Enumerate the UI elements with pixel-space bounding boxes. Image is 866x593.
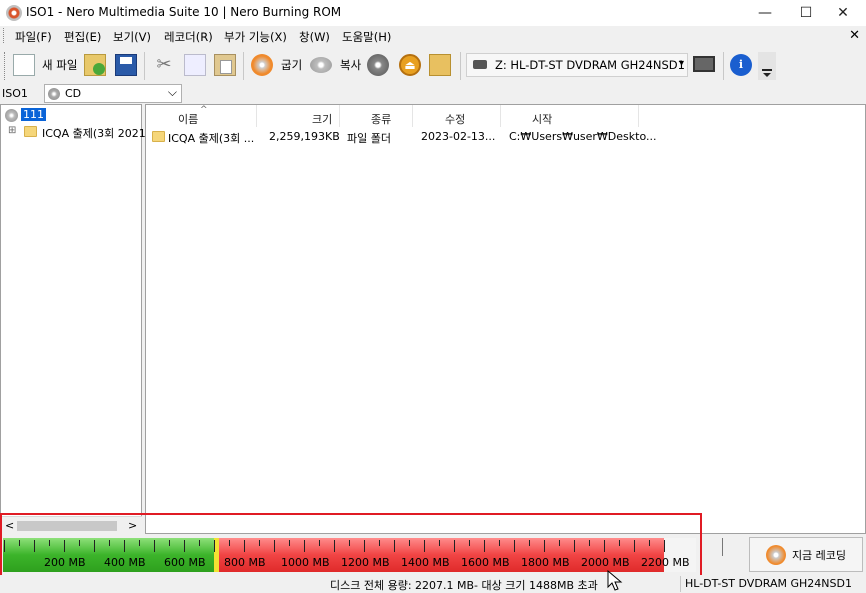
recorder-icon[interactable] — [693, 56, 715, 72]
mouse-cursor-icon — [607, 570, 623, 591]
menu-window[interactable]: 창(W) — [299, 29, 330, 45]
compilation-name: ISO1 — [2, 87, 28, 100]
toolbar-separator — [723, 52, 724, 80]
toolbar-grip — [4, 52, 7, 80]
drive-icon — [473, 60, 487, 69]
document-close-button[interactable]: ✕ — [849, 28, 860, 43]
close-button[interactable]: ✕ — [820, 0, 866, 26]
toolbar-separator — [460, 52, 461, 80]
minimize-button[interactable]: — — [742, 0, 788, 26]
menu-file[interactable]: 파일(F) — [15, 29, 52, 45]
folder-icon — [24, 126, 37, 137]
cd-icon — [48, 88, 60, 100]
capacity-status-text: 디스크 전체 용량: 2207.1 MB- 대상 크기 1488MB 초과 — [330, 579, 598, 592]
status-drive: HL-DT-ST DVDRAM GH24NSD1 — [685, 577, 852, 590]
media-type-value: CD — [65, 87, 82, 100]
new-file-icon[interactable] — [13, 54, 35, 76]
chevron-down-icon[interactable]: ⌵ — [168, 85, 177, 100]
tree-item-folder[interactable]: ICQA 출제(3회 2021 — [42, 125, 146, 141]
tree-expander-icon[interactable]: ⊞ — [8, 125, 16, 136]
file-origin: C:₩Users₩user₩Deskto... — [509, 130, 657, 143]
status-bar: 디스크 전체 용량: 2207.1 MB- 대상 크기 1488MB 초과 HL… — [0, 575, 866, 593]
file-list: 이름 ^ 크기 종류 수정 시작 ICQA 출제(3회 ... 2,259,19… — [145, 104, 866, 534]
toolbar-separator — [144, 52, 145, 80]
eject-icon[interactable]: ⏏ — [399, 54, 421, 76]
compilation-bar: ISO1 CD ⌵ — [0, 84, 866, 104]
menu-help[interactable]: 도움말(H) — [342, 29, 391, 45]
menu-edit[interactable]: 편집(E) — [64, 29, 101, 45]
file-size: 2,259,193KB — [269, 130, 340, 143]
save-icon[interactable] — [115, 54, 137, 76]
disc-folder-icon[interactable] — [429, 54, 451, 76]
tree-root-item[interactable]: 111 — [21, 108, 46, 121]
copy-disc-label[interactable]: 복사 — [340, 57, 361, 73]
window-title: ISO1 - Nero Multimedia Suite 10 | Nero B… — [26, 5, 342, 19]
menu-grip — [3, 28, 6, 43]
cut-icon[interactable]: ✂ — [153, 54, 175, 76]
burn-now-label: 지금 레코딩 — [791, 548, 847, 562]
drive-name: Z: HL-DT-ST DVDRAM GH24NSD1 — [495, 58, 685, 72]
compilation-tree: 111 ⊞ ICQA 출제(3회 2021 — [0, 104, 146, 534]
toolbar: 새 파일 ✂ 굽기 복사 ⏏ Z: HL-DT-ST DVDRAM GH24NS… — [0, 46, 866, 84]
copy-icon[interactable] — [184, 54, 206, 76]
new-file-label[interactable]: 새 파일 — [42, 57, 77, 73]
burn-label[interactable]: 굽기 — [281, 57, 302, 73]
media-type-select[interactable]: CD ⌵ — [44, 84, 182, 103]
folder-icon — [152, 131, 165, 142]
highlight-frame — [0, 513, 702, 577]
capacity-end-tick — [722, 538, 723, 556]
disc-icon — [5, 109, 18, 122]
file-name: ICQA 출제(3회 ... — [168, 132, 255, 145]
nero-app-icon — [6, 5, 22, 21]
burn-icon — [765, 544, 786, 565]
title-bar: ISO1 - Nero Multimedia Suite 10 | Nero B… — [0, 0, 866, 26]
toolbar-overflow-button[interactable] — [758, 52, 776, 80]
burn-now-button[interactable]: 지금 레코딩 — [749, 537, 863, 572]
file-modified: 2023-02-13... — [421, 130, 496, 143]
menu-bar: 파일(F) 편집(E) 보기(V) 레코더(R) 부가 기능(X) 창(W) 도… — [0, 26, 866, 46]
disc-info-icon[interactable] — [367, 54, 389, 76]
menu-recorder[interactable]: 레코더(R) — [164, 29, 213, 45]
info-icon[interactable]: i — [730, 54, 752, 76]
menu-view[interactable]: 보기(V) — [113, 29, 151, 45]
copy-disc-icon[interactable] — [310, 57, 332, 73]
table-row[interactable]: ICQA 출제(3회 ... 2,259,193KB 파일 폴더 2023-02… — [146, 105, 865, 149]
open-icon[interactable] — [84, 54, 106, 76]
toolbar-separator — [243, 52, 244, 80]
chevron-down-icon[interactable]: ▾ — [679, 58, 684, 69]
file-type: 파일 폴더 — [347, 132, 391, 145]
burn-icon[interactable] — [251, 54, 273, 76]
menu-extras[interactable]: 부가 기능(X) — [224, 29, 287, 45]
status-divider — [680, 576, 681, 592]
drive-select[interactable]: Z: HL-DT-ST DVDRAM GH24NSD1 ▾ — [466, 53, 688, 77]
paste-icon[interactable] — [214, 54, 236, 76]
